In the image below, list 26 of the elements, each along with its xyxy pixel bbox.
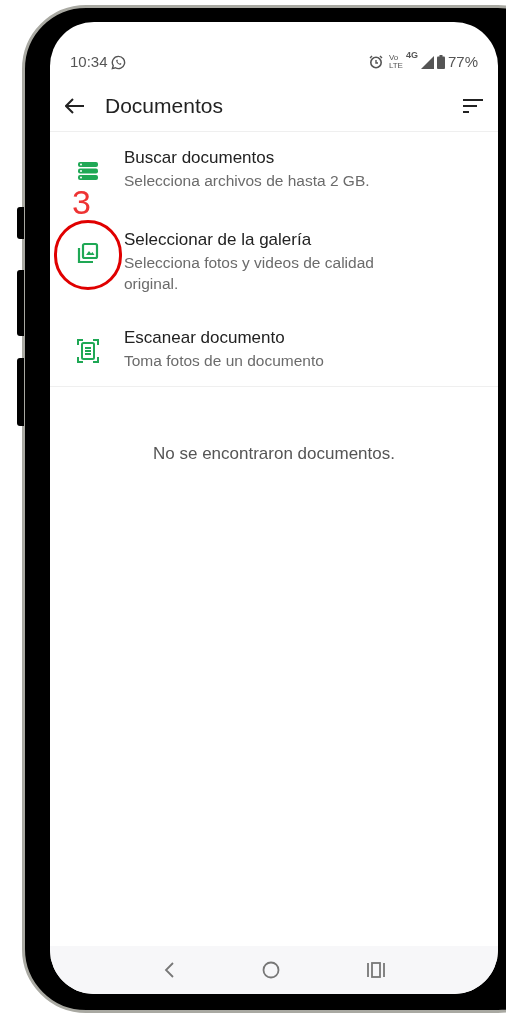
option-subtitle: Selecciona archivos de hasta 2 GB.	[124, 171, 371, 191]
option-title: Seleccionar de la galería	[124, 229, 313, 251]
option-title: Escanear documento	[124, 327, 286, 349]
network-type: 4G	[405, 48, 418, 62]
home-icon[interactable]	[262, 961, 280, 979]
signal-icon	[420, 55, 434, 69]
recent-apps-icon[interactable]	[366, 962, 385, 978]
sort-icon[interactable]	[463, 98, 483, 113]
scan-icon	[77, 339, 99, 363]
stack-icon	[78, 162, 98, 180]
option-title: Buscar documentos	[124, 147, 276, 169]
battery-level: 77%	[447, 51, 478, 72]
empty-message: No se encontraron documentos.	[153, 443, 395, 465]
back-icon[interactable]	[163, 961, 176, 979]
page-title: Documentos	[105, 92, 224, 119]
option-subtitle: Selecciona fotos y videos de calidad original.	[124, 253, 375, 294]
volte-label: Vo	[388, 54, 400, 62]
annotation-number: 3	[72, 184, 91, 220]
gallery-icon	[77, 242, 99, 264]
status-time: 10:34	[70, 51, 108, 72]
back-arrow-icon[interactable]	[65, 97, 85, 114]
battery-icon	[436, 55, 445, 69]
chat-bubble-icon	[110, 54, 126, 70]
alarm-clock-icon	[368, 55, 383, 69]
option-subtitle: Toma fotos de un documento	[124, 351, 325, 371]
volte-label: LTE	[388, 62, 403, 70]
